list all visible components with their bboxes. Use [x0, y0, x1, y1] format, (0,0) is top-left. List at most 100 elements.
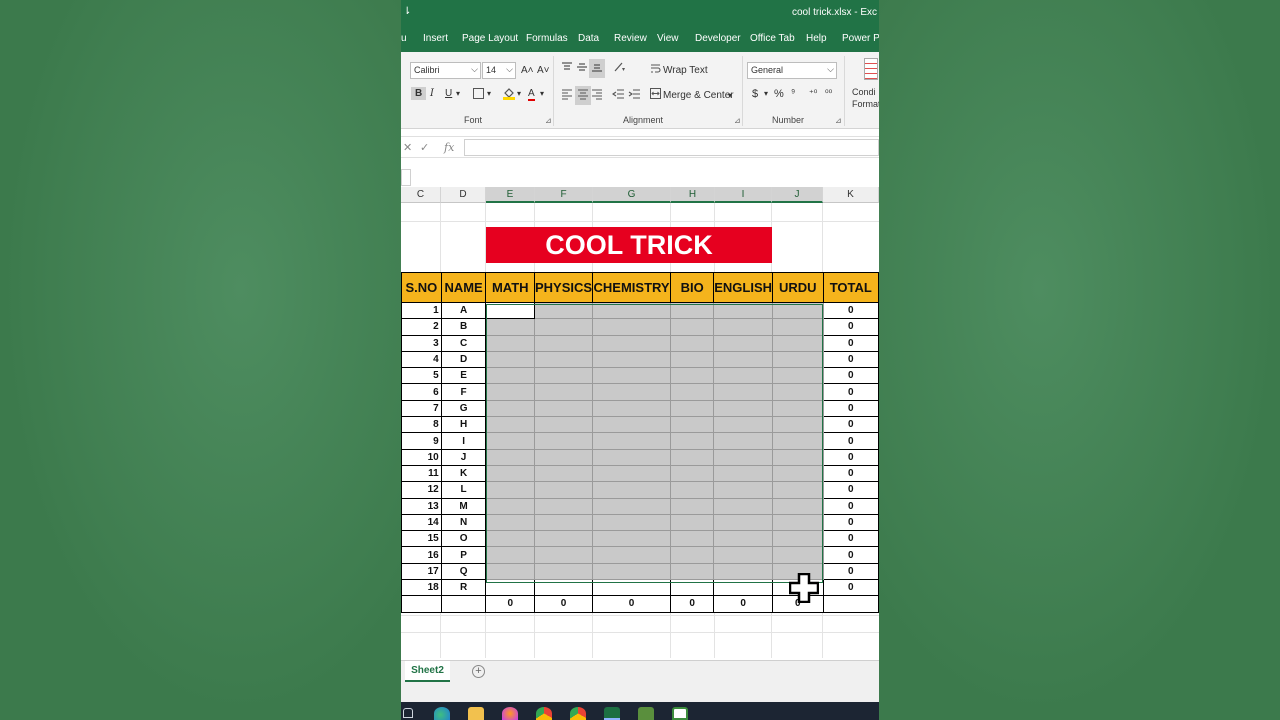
mark-cell[interactable] — [772, 432, 824, 450]
sno-cell[interactable]: 18 — [401, 579, 442, 597]
add-sheet-button[interactable]: + — [472, 665, 485, 678]
mark-cell[interactable] — [592, 350, 672, 369]
subject-total-cell[interactable]: 0 — [533, 595, 594, 613]
mark-cell[interactable] — [772, 464, 824, 483]
tab-page-layout[interactable]: Page Layout — [462, 33, 518, 44]
chevron-down-icon[interactable]: ▾ — [728, 91, 732, 100]
task-view-icon[interactable] — [403, 708, 413, 718]
mark-cell[interactable] — [713, 513, 774, 532]
header-name[interactable]: NAME — [440, 272, 487, 303]
name-cell[interactable]: B — [440, 318, 487, 336]
header-total[interactable]: TOTAL — [822, 272, 879, 303]
header-sno[interactable]: S.NO — [401, 272, 442, 303]
sno-cell[interactable]: 6 — [401, 383, 442, 401]
mark-cell[interactable] — [485, 416, 535, 434]
name-box[interactable] — [401, 169, 411, 186]
mark-cell[interactable] — [670, 301, 715, 320]
mark-cell[interactable] — [485, 399, 535, 418]
name-cell[interactable]: D — [440, 350, 487, 369]
mark-cell[interactable] — [533, 562, 594, 581]
mark-cell[interactable] — [772, 367, 824, 385]
mark-cell[interactable] — [592, 481, 672, 499]
sno-cell[interactable]: 3 — [401, 334, 442, 352]
mark-cell[interactable] — [670, 350, 715, 369]
tab-help[interactable]: Help — [806, 33, 827, 44]
cancel-icon[interactable]: ✕ — [403, 141, 412, 154]
mark-cell[interactable] — [485, 350, 535, 369]
mark-cell[interactable] — [713, 416, 774, 434]
mark-cell[interactable] — [485, 432, 535, 450]
tab-developer[interactable]: Developer — [695, 33, 741, 44]
mark-cell[interactable] — [485, 464, 535, 483]
name-cell[interactable]: R — [440, 579, 487, 597]
mark-cell[interactable] — [592, 318, 672, 336]
mark-cell[interactable] — [533, 399, 594, 418]
mark-cell[interactable] — [713, 497, 774, 515]
mark-cell[interactable] — [670, 334, 715, 352]
merge-center-icon[interactable] — [650, 88, 661, 102]
decrease-indent-icon[interactable] — [612, 88, 625, 103]
empty-cell[interactable] — [401, 595, 442, 613]
mark-cell[interactable] — [592, 546, 672, 564]
column-header-c[interactable]: C — [401, 187, 441, 203]
merge-center-button[interactable]: Merge & Center — [663, 90, 734, 101]
name-cell[interactable]: L — [440, 481, 487, 499]
header-english[interactable]: ENGLISH — [713, 272, 774, 303]
column-header-f[interactable]: F — [535, 187, 593, 203]
mark-cell[interactable] — [670, 546, 715, 564]
mark-cell[interactable] — [713, 432, 774, 450]
total-cell[interactable]: 0 — [822, 399, 879, 418]
bold-button[interactable]: B — [411, 87, 427, 100]
align-top-icon[interactable] — [561, 61, 573, 76]
sno-cell[interactable]: 1 — [401, 301, 442, 320]
tab-view[interactable]: View — [657, 33, 679, 44]
mark-cell[interactable] — [592, 399, 672, 418]
mark-cell[interactable] — [772, 301, 824, 320]
mark-cell[interactable] — [772, 530, 824, 548]
mark-cell[interactable] — [592, 432, 672, 450]
total-cell[interactable]: 0 — [822, 416, 879, 434]
subject-total-cell[interactable]: 0 — [485, 595, 535, 613]
total-cell[interactable]: 0 — [822, 546, 879, 564]
orientation-icon[interactable]: ▾ — [613, 61, 629, 76]
wrap-text-icon[interactable] — [650, 63, 661, 77]
mark-cell[interactable] — [670, 367, 715, 385]
mark-cell[interactable] — [670, 432, 715, 450]
conditional-formatting-icon[interactable] — [864, 58, 878, 80]
percent-button[interactable]: % — [774, 88, 784, 100]
name-cell[interactable]: M — [440, 497, 487, 515]
mark-cell[interactable] — [485, 301, 535, 320]
mark-cell[interactable] — [713, 399, 774, 418]
mark-cell[interactable] — [772, 350, 824, 369]
align-left-icon[interactable] — [561, 88, 573, 103]
total-cell[interactable]: 0 — [822, 318, 879, 336]
name-cell[interactable]: O — [440, 530, 487, 548]
mark-cell[interactable] — [670, 383, 715, 401]
chrome-icon-2[interactable] — [570, 707, 586, 720]
font-name-combo[interactable]: Calibri ⌵ — [410, 62, 481, 79]
mark-cell[interactable] — [772, 416, 824, 434]
mark-cell[interactable] — [533, 546, 594, 564]
edge-icon[interactable] — [434, 707, 450, 720]
mark-cell[interactable] — [533, 464, 594, 483]
chevron-down-icon[interactable]: ▾ — [517, 89, 521, 98]
shrink-font-button[interactable]: A˅ — [537, 65, 550, 76]
mark-cell[interactable] — [485, 481, 535, 499]
conditional-formatting-button[interactable]: Condi Format — [852, 86, 879, 110]
mark-cell[interactable] — [592, 497, 672, 515]
mark-cell[interactable] — [592, 416, 672, 434]
align-center-icon[interactable] — [575, 86, 591, 105]
name-cell[interactable]: I — [440, 432, 487, 450]
mark-cell[interactable] — [713, 448, 774, 466]
header-chemistry[interactable]: CHEMISTRY — [592, 272, 672, 303]
total-cell[interactable]: 0 — [822, 383, 879, 401]
sno-cell[interactable]: 16 — [401, 546, 442, 564]
mark-cell[interactable] — [533, 448, 594, 466]
tab-review[interactable]: Review — [614, 33, 647, 44]
name-cell[interactable]: F — [440, 383, 487, 401]
firefox-icon[interactable] — [502, 707, 518, 720]
empty-cell[interactable] — [822, 595, 879, 613]
mark-cell[interactable] — [670, 399, 715, 418]
mark-cell[interactable] — [670, 416, 715, 434]
mark-cell[interactable] — [533, 301, 594, 320]
